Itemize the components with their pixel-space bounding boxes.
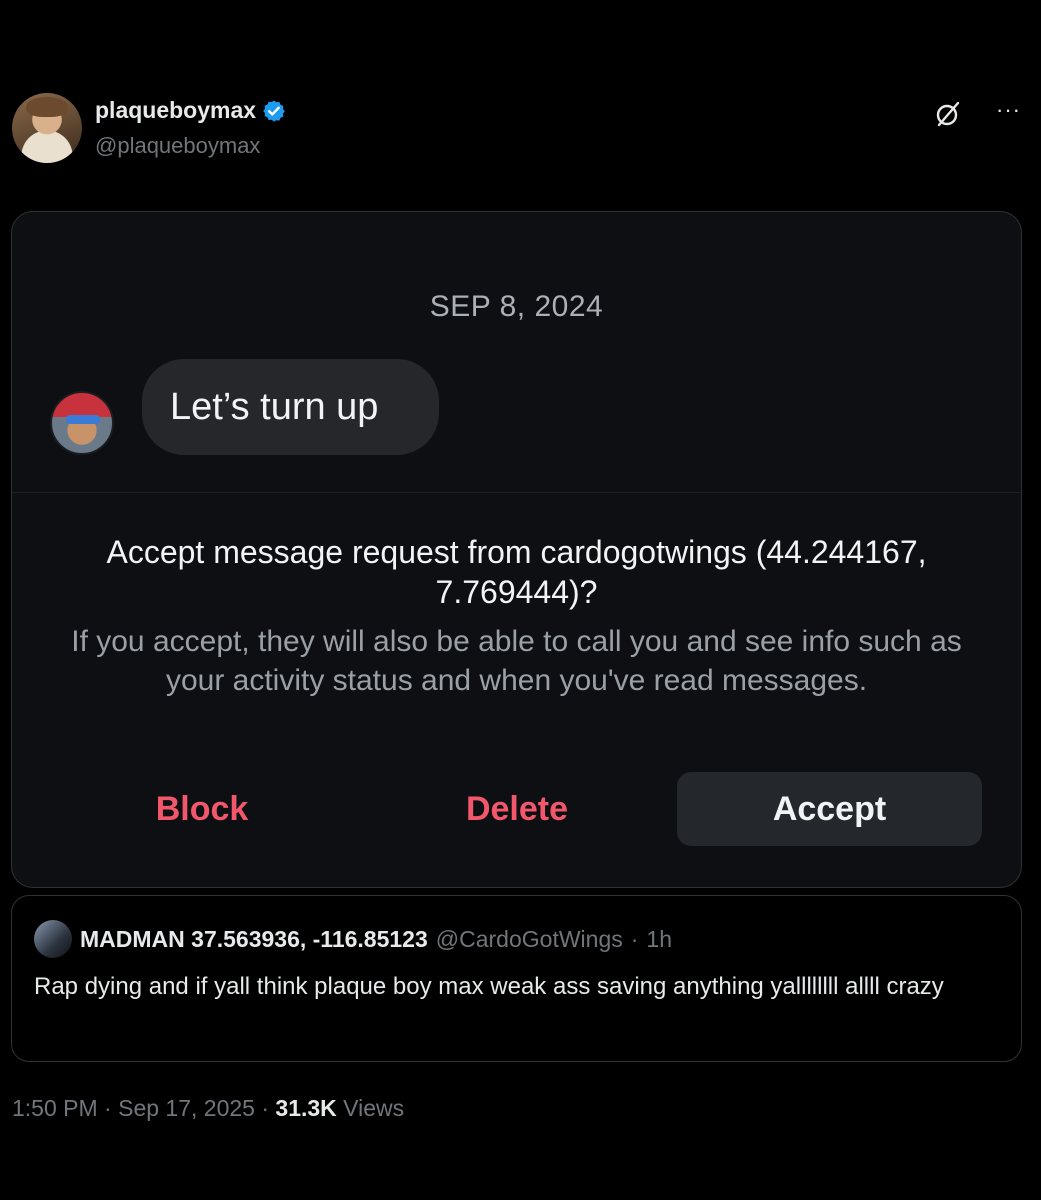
grok-icon[interactable] <box>933 99 963 129</box>
request-body: If you accept, they will also be able to… <box>71 625 962 697</box>
author-handle[interactable]: @plaqueboymax <box>95 133 260 159</box>
tweet-date[interactable]: Sep 17, 2025 <box>118 1095 255 1121</box>
quoted-tweet-time: 1h <box>646 925 672 952</box>
verified-badge-icon <box>263 100 285 121</box>
tweet-time[interactable]: 1:50 PM <box>12 1095 98 1121</box>
quoted-tweet[interactable]: MADMAN 37.563936, -116.85123 @CardoGotWi… <box>11 895 1022 1062</box>
quoted-author-handle: @CardoGotWings <box>435 925 623 952</box>
tweet-page: plaqueboymax @plaqueboymax ··· SEP 8, 20… <box>0 0 1041 1200</box>
author-avatar[interactable] <box>12 93 82 163</box>
delete-button: Delete <box>465 789 569 828</box>
quoted-author-avatar <box>34 920 72 958</box>
separator-dot: · <box>261 1095 270 1121</box>
tweet-meta: 1:50 PM · Sep 17, 2025 · 31.3K Views <box>12 1095 404 1122</box>
author-display-name[interactable]: plaqueboymax <box>95 97 256 124</box>
request-title: Accept message request from cardogotwing… <box>106 534 927 610</box>
views-count[interactable]: 31.3K <box>275 1095 336 1121</box>
separator-dot: · <box>104 1095 112 1121</box>
accept-button: Accept <box>677 772 982 846</box>
quoted-author-name: MADMAN 37.563936, -116.85123 <box>80 925 428 952</box>
more-options-icon[interactable]: ··· <box>996 97 1021 123</box>
avatar-sunglasses <box>66 415 100 424</box>
block-button: Block <box>155 789 249 828</box>
avatar-hair <box>26 97 68 117</box>
views-label: Views <box>343 1095 405 1121</box>
tweet-header: plaqueboymax @plaqueboymax ··· <box>12 93 1029 165</box>
message-date: SEP 8, 2024 <box>429 290 604 323</box>
divider <box>12 492 1021 493</box>
author-name-row: plaqueboymax <box>95 97 286 124</box>
quoted-tweet-text: Rap dying and if yall think plaque boy m… <box>34 973 944 1000</box>
screenshot-image[interactable]: SEP 8, 2024 Let’s turn up Accept message… <box>11 211 1022 888</box>
sender-avatar <box>50 391 114 455</box>
quoted-tweet-header: MADMAN 37.563936, -116.85123 @CardoGotWi… <box>34 920 672 958</box>
separator-dot: · <box>630 925 639 952</box>
message-bubble: Let’s turn up <box>142 359 439 455</box>
